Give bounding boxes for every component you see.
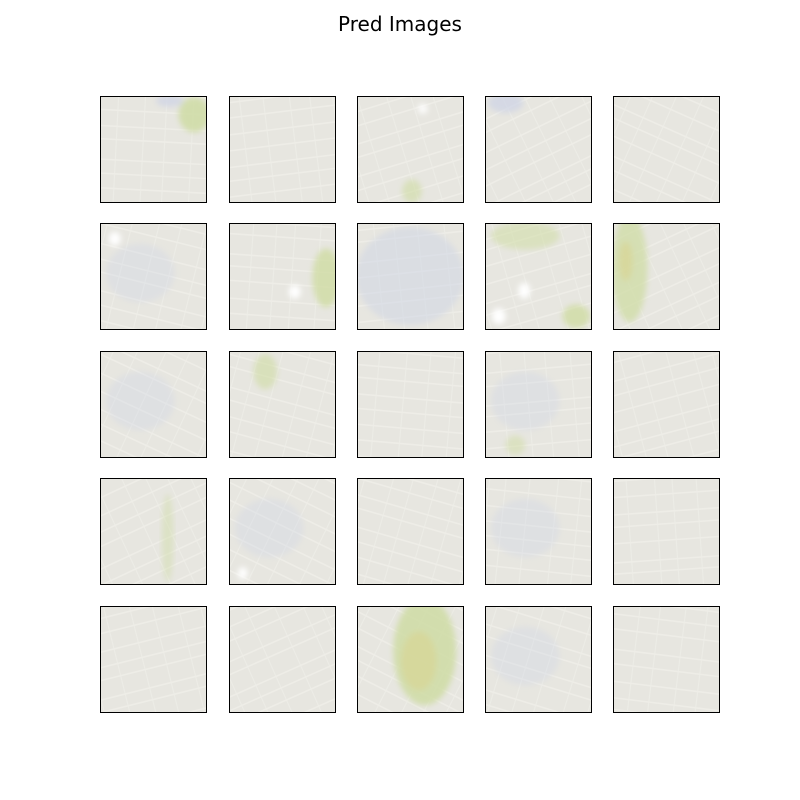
pred-image-r3-c1: [100, 351, 207, 458]
pred-image-r2-c4: [485, 223, 592, 330]
pred-image-r4-c2: [229, 478, 336, 585]
pred-image-r3-c2-pixels: [230, 352, 335, 457]
pred-image-r5-c4-pixels: [486, 607, 591, 712]
pred-image-r3-c3: [357, 351, 464, 458]
pred-image-r3-c4-pixels: [486, 352, 591, 457]
pred-image-r5-c3: [357, 606, 464, 713]
pred-image-r1-c3: [357, 96, 464, 203]
pred-image-r1-c3-pixels: [358, 97, 463, 202]
pred-image-r5-c5-pixels: [614, 607, 719, 712]
pred-image-r4-c3: [357, 478, 464, 585]
pred-image-r2-c5-pixels: [614, 224, 719, 329]
pred-image-r5-c1-pixels: [101, 607, 206, 712]
pred-image-r4-c1-pixels: [101, 479, 206, 584]
pred-image-r2-c2: [229, 223, 336, 330]
pred-image-r5-c2: [229, 606, 336, 713]
pred-image-r4-c2-pixels: [230, 479, 335, 584]
pred-image-r3-c4: [485, 351, 592, 458]
pred-image-r2-c4-pixels: [486, 224, 591, 329]
pred-image-r4-c5: [613, 478, 720, 585]
pred-image-r3-c1-pixels: [101, 352, 206, 457]
pred-image-r4-c1: [100, 478, 207, 585]
pred-image-r2-c5: [613, 223, 720, 330]
pred-image-r4-c3-pixels: [358, 479, 463, 584]
pred-image-r1-c2-pixels: [230, 97, 335, 202]
pred-image-r4-c5-pixels: [614, 479, 719, 584]
pred-image-r3-c3-pixels: [358, 352, 463, 457]
pred-image-r5-c2-pixels: [230, 607, 335, 712]
pred-image-r3-c5-pixels: [614, 352, 719, 457]
pred-image-r3-c5: [613, 351, 720, 458]
pred-image-r5-c1: [100, 606, 207, 713]
pred-image-r5-c3-pixels: [358, 607, 463, 712]
pred-image-r5-c4: [485, 606, 592, 713]
pred-image-r2-c1-pixels: [101, 224, 206, 329]
pred-image-r4-c4: [485, 478, 592, 585]
pred-image-r1-c4-pixels: [486, 97, 591, 202]
pred-image-r1-c4: [485, 96, 592, 203]
pred-image-r1-c1: [100, 96, 207, 203]
pred-image-r5-c5: [613, 606, 720, 713]
pred-image-r1-c2: [229, 96, 336, 203]
image-grid: [0, 0, 800, 800]
pred-image-r2-c3: [357, 223, 464, 330]
pred-image-r4-c4-pixels: [486, 479, 591, 584]
pred-image-r2-c2-pixels: [230, 224, 335, 329]
pred-image-r1-c1-pixels: [101, 97, 206, 202]
pred-image-r1-c5-pixels: [614, 97, 719, 202]
pred-image-r3-c2: [229, 351, 336, 458]
pred-image-r2-c1: [100, 223, 207, 330]
pred-image-r2-c3-pixels: [358, 224, 463, 329]
pred-image-r1-c5: [613, 96, 720, 203]
